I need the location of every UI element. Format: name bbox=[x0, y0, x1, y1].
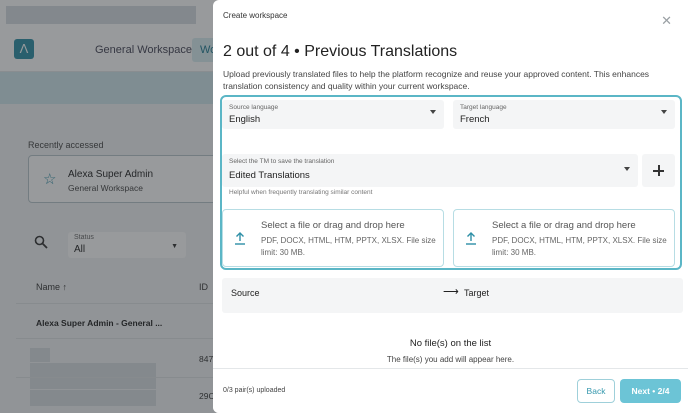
upload-icon bbox=[466, 232, 476, 245]
tm-helper-text: Helpful when frequently translating simi… bbox=[229, 189, 373, 196]
next-button[interactable]: Next • 2/4 bbox=[620, 379, 681, 403]
dropzone-subtitle: PDF, DOCX, HTML, HTM, PPTX, XLSX. File s… bbox=[492, 236, 667, 257]
upload-icon bbox=[235, 232, 245, 245]
pairs-target-label: Target bbox=[464, 288, 490, 298]
target-language-value: French bbox=[460, 114, 490, 125]
close-icon[interactable]: ✕ bbox=[661, 13, 672, 29]
tm-select[interactable]: Select the TM to save the translation Ed… bbox=[222, 154, 638, 187]
source-file-dropzone[interactable]: Select a file or drag and drop here PDF,… bbox=[222, 209, 444, 267]
dropzone-subtitle: PDF, DOCX, HTML, HTM, PPTX, XLSX. File s… bbox=[261, 236, 436, 257]
back-button[interactable]: Back bbox=[577, 379, 615, 403]
file-pairs-header: Source ⟶ Target bbox=[222, 278, 683, 313]
caret-down-icon bbox=[430, 110, 436, 114]
source-language-label: Source language bbox=[229, 104, 279, 111]
empty-state-title: No file(s) on the list bbox=[409, 338, 492, 349]
caret-down-icon bbox=[624, 167, 630, 171]
caret-down-icon bbox=[661, 110, 667, 114]
target-language-label: Target language bbox=[460, 104, 507, 111]
dropzone-title: Select a file or drag and drop here bbox=[492, 220, 636, 231]
uploaded-pairs-count: 0/3 pair(s) uploaded bbox=[223, 387, 286, 394]
arrow-right-icon: ⟶ bbox=[443, 286, 459, 298]
source-language-select[interactable]: Source language English bbox=[222, 100, 444, 129]
source-language-value: English bbox=[229, 114, 261, 125]
pairs-source-label: Source bbox=[231, 288, 260, 298]
dropzone-title: Select a file or drag and drop here bbox=[261, 220, 405, 231]
drawer-header: Create workspace bbox=[223, 11, 288, 20]
drawer-footer: 0/3 pair(s) uploaded Back Next • 2/4 bbox=[213, 368, 688, 413]
empty-state-subtitle: The file(s) you add will appear here. bbox=[386, 355, 515, 364]
tm-select-value: Edited Translations bbox=[229, 170, 310, 181]
target-language-select[interactable]: Target language French bbox=[453, 100, 675, 129]
target-file-dropzone[interactable]: Select a file or drag and drop here PDF,… bbox=[453, 209, 675, 267]
create-workspace-drawer: Create workspace ✕ 2 out of 4 • Previous… bbox=[213, 0, 688, 413]
step-title: 2 out of 4 • Previous Translations bbox=[223, 43, 458, 60]
tm-select-label: Select the TM to save the translation bbox=[229, 158, 335, 165]
step-description: Upload previously translated files to he… bbox=[223, 69, 650, 91]
add-tm-button[interactable] bbox=[642, 154, 675, 187]
